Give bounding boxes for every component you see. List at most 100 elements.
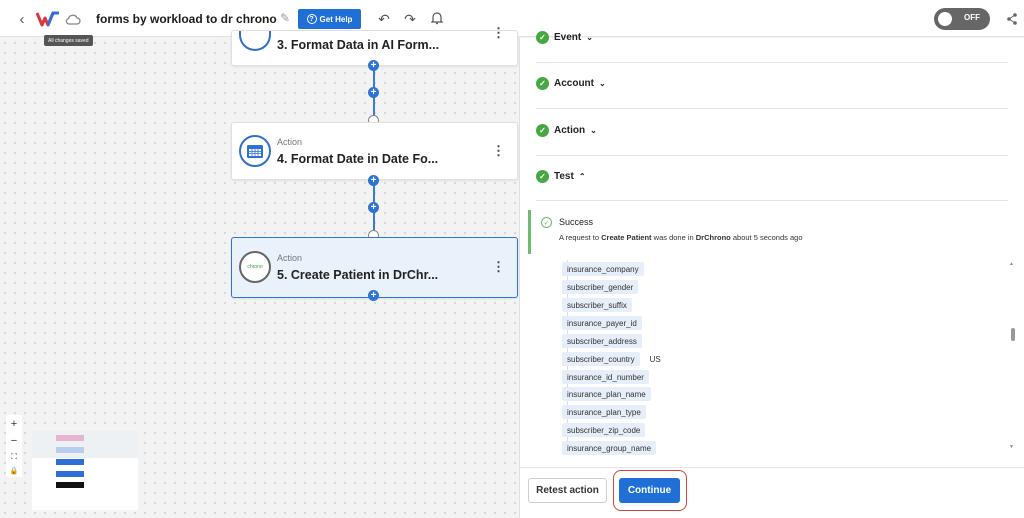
bell-icon[interactable] [429, 10, 445, 26]
undo-icon[interactable]: ↶ [376, 11, 392, 27]
field-row: subscriber_zip_code [562, 423, 655, 437]
field-row: subscriber_gender [562, 280, 648, 294]
chevron-down-icon: ⌄ [586, 33, 593, 42]
retest-action-button[interactable]: Retest action [528, 478, 607, 503]
add-step-button[interactable]: + [368, 202, 379, 213]
toggle-label: OFF [964, 13, 980, 22]
section-action[interactable]: ✓ Action ⌄ [536, 124, 597, 137]
node-type-label: Action [277, 253, 303, 263]
divider [536, 200, 1008, 201]
scroll-down-icon[interactable]: ▼ [1009, 444, 1014, 450]
field-row: subscriber_suffix [562, 298, 642, 312]
field-key[interactable]: insurance_payer_id [562, 316, 642, 330]
continue-button[interactable]: Continue [619, 478, 680, 503]
field-row: insurance_company [562, 262, 654, 276]
kebab-menu-icon[interactable]: ⋮ [492, 259, 505, 275]
workflow-title[interactable]: forms by workload to dr chrono [96, 10, 277, 28]
check-icon: ✓ [536, 77, 549, 90]
success-detail: A request to Create Patient was done in … [559, 233, 803, 242]
zoom-in-icon[interactable]: + [11, 418, 17, 430]
field-key[interactable]: insurance_id_number [562, 370, 649, 384]
node-title: 4. Format Date in Date Fo... [277, 152, 439, 166]
minimap-node [56, 482, 84, 488]
field-row: insurance_plan_name [562, 387, 661, 401]
success-title: Success [559, 217, 594, 227]
field-key[interactable]: subscriber_suffix [562, 298, 632, 312]
response-fields-list[interactable]: insurance_company subscriber_gender subs… [540, 258, 1020, 455]
field-row: insurance_id_number [562, 370, 659, 384]
section-account[interactable]: ✓ Account ⌄ [536, 77, 606, 90]
minimap[interactable] [32, 431, 138, 510]
calendar-icon [239, 135, 271, 167]
field-row: insurance_plan_type [562, 405, 656, 419]
scroll-up-icon[interactable]: ▲ [1009, 261, 1014, 267]
field-key[interactable]: insurance_plan_type [562, 405, 646, 419]
workflow-node-5[interactable]: chrono Action 5. Create Patient in DrChr… [231, 237, 518, 298]
scrollbar-thumb[interactable] [1011, 328, 1015, 341]
section-test[interactable]: ✓ Test ⌃ [536, 170, 586, 183]
section-label: Test [554, 171, 574, 182]
add-step-button[interactable]: + [368, 290, 379, 301]
zoom-out-icon[interactable]: − [11, 435, 17, 447]
field-key[interactable]: subscriber_gender [562, 280, 639, 294]
check-icon: ✓ [536, 31, 549, 44]
chevron-up-icon: ⌃ [578, 172, 586, 181]
add-step-button[interactable]: + [368, 60, 379, 71]
chevron-down-icon: ⌄ [590, 126, 597, 135]
section-event[interactable]: ✓ Event ⌄ [536, 31, 593, 44]
divider [536, 62, 1008, 63]
divider [536, 155, 1008, 156]
minimap-node [56, 459, 84, 465]
zoom-controls: + − ⛶ 🔒 [6, 415, 22, 477]
check-icon: ✓ [536, 170, 549, 183]
chevron-down-icon: ⌄ [599, 79, 606, 88]
minimap-node [56, 435, 84, 441]
field-key[interactable]: subscriber_country [562, 352, 640, 366]
footer-divider [519, 467, 1024, 468]
get-help-label: Get Help [319, 14, 353, 24]
minimap-node [56, 447, 84, 453]
toggle-knob [938, 12, 952, 26]
section-label: Account [554, 78, 594, 89]
help-icon: ? [306, 14, 317, 24]
field-key[interactable]: subscriber_address [562, 334, 642, 348]
format-data-icon [239, 31, 271, 51]
back-icon[interactable]: ‹ [14, 9, 30, 29]
success-check-icon: ✓ [541, 217, 552, 228]
share-icon[interactable] [1005, 11, 1019, 27]
node-title: 3. Format Data in AI Form... [277, 38, 440, 52]
kebab-menu-icon[interactable]: ⋮ [492, 143, 505, 159]
field-key[interactable]: insurance_plan_name [562, 387, 651, 401]
drchrono-icon-text: chrono [247, 264, 263, 270]
drchrono-icon: chrono [239, 251, 271, 283]
minimap-node [56, 471, 84, 477]
get-help-button[interactable]: ? Get Help [298, 9, 361, 29]
cloud-icon [64, 10, 82, 28]
field-row: insurance_payer_id [562, 316, 652, 330]
success-message: ✓ Success A request to Create Patient wa… [528, 210, 1013, 254]
edit-pencil-icon[interactable]: ✎ [278, 11, 292, 25]
app-logo[interactable] [36, 9, 60, 29]
kebab-menu-icon[interactable]: ⋮ [492, 25, 505, 41]
field-key[interactable]: subscriber_zip_code [562, 423, 646, 437]
field-row: subscriber_country US [562, 352, 661, 366]
add-step-button[interactable]: + [368, 87, 379, 98]
workflow-toggle[interactable]: OFF [934, 8, 990, 30]
section-label: Action [554, 125, 586, 136]
node-type-label: Action [277, 137, 303, 147]
field-key[interactable]: insurance_group_name [562, 441, 657, 455]
lock-icon[interactable]: 🔒 [10, 467, 19, 475]
minimap-viewport [32, 431, 138, 458]
redo-icon[interactable]: ↷ [402, 11, 418, 27]
section-label: Event [554, 32, 582, 43]
node-title: 5. Create Patient in DrChr... [277, 268, 439, 282]
field-row: subscriber_address [562, 334, 652, 348]
add-step-button[interactable]: + [368, 175, 379, 186]
field-value: US [649, 354, 661, 364]
save-status-tooltip: All changes saved [44, 35, 93, 46]
field-key[interactable]: insurance_company [562, 262, 644, 276]
fit-view-icon[interactable]: ⛶ [11, 452, 17, 462]
workflow-canvas[interactable]: 3. Format Data in AI Form... ⋮ + + Actio… [0, 25, 518, 518]
divider [536, 108, 1008, 109]
workflow-node-4[interactable]: Action 4. Format Date in Date Fo... ⋮ [231, 122, 518, 180]
